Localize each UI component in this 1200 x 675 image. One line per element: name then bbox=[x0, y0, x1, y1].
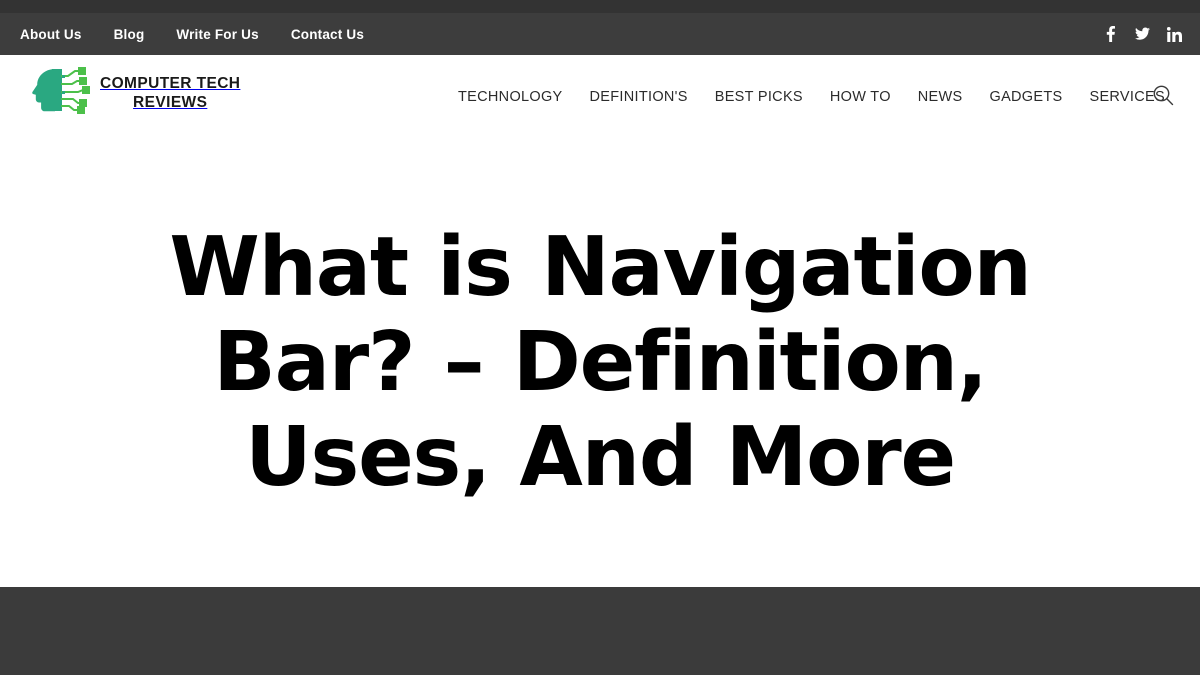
primary-navigation: TECHNOLOGY DEFINITION'S BEST PICKS HOW T… bbox=[458, 55, 1165, 138]
nav-item-how-to[interactable]: HOW TO bbox=[830, 89, 891, 105]
page-root: About Us Blog Write For Us Contact Us CO… bbox=[0, 0, 1200, 675]
nav-item-gadgets[interactable]: GADGETS bbox=[989, 89, 1062, 105]
page-title: What is Navigation Bar? – Definition, Us… bbox=[169, 219, 1032, 506]
topbar-link-contact-us[interactable]: Contact Us bbox=[291, 27, 364, 42]
brand-logo-link[interactable]: COMPUTER TECH REVIEWS bbox=[28, 65, 240, 123]
search-icon bbox=[1151, 83, 1175, 110]
facebook-icon[interactable] bbox=[1103, 26, 1118, 42]
utility-topbar: About Us Blog Write For Us Contact Us bbox=[0, 13, 1200, 55]
brand-wordmark-line1: COMPUTER TECH bbox=[100, 75, 241, 93]
topbar-cap-strip bbox=[0, 0, 1200, 13]
circuit-head-icon bbox=[28, 65, 90, 123]
search-button[interactable] bbox=[1151, 55, 1175, 138]
topbar-link-blog[interactable]: Blog bbox=[114, 27, 145, 42]
topbar-link-write-for-us[interactable]: Write For Us bbox=[176, 27, 258, 42]
nav-item-technology[interactable]: TECHNOLOGY bbox=[458, 89, 563, 105]
hero-section: What is Navigation Bar? – Definition, Us… bbox=[0, 138, 1200, 587]
social-link-list bbox=[1103, 13, 1182, 55]
topbar-link-list: About Us Blog Write For Us Contact Us bbox=[20, 27, 364, 42]
topbar-link-about-us[interactable]: About Us bbox=[20, 27, 82, 42]
brand-wordmark-line2: REVIEWS bbox=[133, 94, 208, 111]
footer-band bbox=[0, 587, 1200, 675]
site-header: COMPUTER TECH REVIEWS TECHNOLOGY DEFINIT… bbox=[0, 55, 1200, 138]
twitter-icon[interactable] bbox=[1135, 27, 1150, 42]
nav-item-definitions[interactable]: DEFINITION'S bbox=[590, 89, 688, 105]
nav-item-news[interactable]: NEWS bbox=[918, 89, 963, 105]
nav-item-best-picks[interactable]: BEST PICKS bbox=[715, 89, 803, 105]
linkedin-icon[interactable] bbox=[1167, 26, 1182, 42]
brand-wordmark: COMPUTER TECH REVIEWS bbox=[100, 75, 240, 113]
